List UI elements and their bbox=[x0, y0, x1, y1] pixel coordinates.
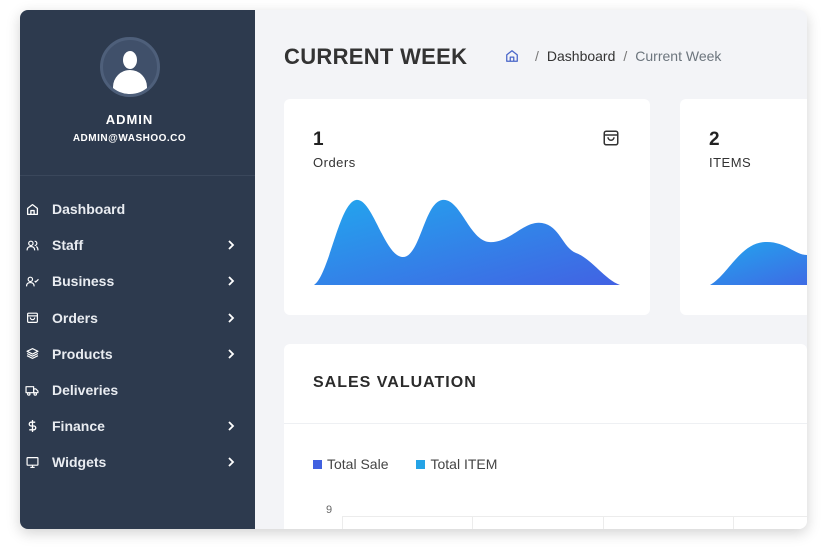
sidebar-item-widgets[interactable]: Widgets bbox=[20, 444, 255, 480]
profile-email: ADMIN@WASHOO.CO bbox=[72, 133, 187, 144]
stat-value: 2 bbox=[709, 129, 720, 150]
stat-label: ITEMS bbox=[709, 155, 752, 170]
stat-label: Orders bbox=[313, 155, 356, 170]
sidebar-item-label: Products bbox=[52, 345, 113, 362]
monitor-icon bbox=[25, 455, 39, 469]
sidebar-item-products[interactable]: Products bbox=[20, 336, 255, 372]
app-window: ADMIN ADMIN@WASHOO.CO Dashboard Staff Bu… bbox=[20, 10, 807, 529]
user-check-icon bbox=[25, 274, 39, 288]
breadcrumb-separator: / bbox=[535, 48, 539, 64]
legend-label: Total ITEM bbox=[430, 456, 498, 472]
shopping-bag-icon bbox=[25, 311, 39, 325]
orders-sparkline bbox=[314, 199, 620, 285]
profile-panel: ADMIN ADMIN@WASHOO.CO bbox=[20, 10, 255, 176]
sidebar-item-deliveries[interactable]: Deliveries bbox=[20, 372, 255, 408]
legend-label: Total Sale bbox=[327, 456, 389, 472]
sidebar-item-business[interactable]: Business bbox=[20, 263, 255, 299]
sidebar-item-orders[interactable]: Orders bbox=[20, 300, 255, 336]
items-sparkline bbox=[710, 241, 807, 285]
layers-icon bbox=[25, 347, 39, 361]
breadcrumb-separator: / bbox=[623, 48, 628, 64]
sidebar-item-label: Deliveries bbox=[52, 382, 119, 399]
page-title: CURRENT WEEK bbox=[284, 44, 468, 69]
sales-valuation-card: SALES VALUATION Total Sale Total ITEM 9 bbox=[284, 344, 807, 529]
sidebar-item-label: Finance bbox=[52, 418, 105, 435]
sidebar-item-label: Dashboard bbox=[52, 201, 126, 218]
profile-name: ADMIN bbox=[105, 112, 154, 127]
sidebar-menu: Dashboard Staff Business Orders Products… bbox=[20, 191, 255, 481]
sidebar-item-finance[interactable]: Finance bbox=[20, 408, 255, 444]
gridline bbox=[342, 516, 343, 529]
chevron-right-icon bbox=[228, 313, 235, 323]
sidebar-item-label: Business bbox=[52, 273, 115, 290]
chevron-right-icon bbox=[228, 349, 235, 359]
chevron-right-icon bbox=[228, 457, 235, 468]
breadcrumb-link-dashboard[interactable]: Dashboard bbox=[547, 48, 616, 64]
dollar-icon bbox=[25, 419, 39, 433]
avatar-body bbox=[113, 70, 147, 94]
sidebar: ADMIN ADMIN@WASHOO.CO Dashboard Staff Bu… bbox=[20, 10, 255, 529]
legend-item-total-sale[interactable]: Total Sale bbox=[313, 456, 388, 472]
sidebar-item-dashboard[interactable]: Dashboard bbox=[20, 191, 255, 227]
sidebar-item-label: Orders bbox=[52, 309, 98, 326]
gridline bbox=[342, 516, 807, 517]
sales-title: SALES VALUATION bbox=[313, 374, 477, 391]
avatar-head bbox=[123, 51, 137, 69]
gridline bbox=[472, 516, 473, 529]
sidebar-item-staff[interactable]: Staff bbox=[20, 227, 255, 263]
legend-item-total-item[interactable]: Total ITEM bbox=[416, 456, 497, 472]
truck-icon bbox=[25, 383, 39, 397]
chart-legend: Total Sale Total ITEM bbox=[313, 456, 525, 472]
legend-swatch bbox=[313, 459, 322, 469]
y-axis-tick: 9 bbox=[326, 504, 333, 516]
sidebar-item-label: Widgets bbox=[52, 454, 107, 471]
stat-value: 1 bbox=[313, 129, 324, 150]
users-icon bbox=[25, 238, 39, 252]
breadcrumb: / Dashboard / Current Week bbox=[505, 48, 721, 64]
breadcrumb-current: Current Week bbox=[635, 48, 722, 64]
chevron-right-icon bbox=[228, 240, 235, 250]
sidebar-item-label: Staff bbox=[52, 237, 84, 254]
avatar[interactable] bbox=[100, 37, 160, 97]
legend-swatch bbox=[416, 459, 426, 469]
stat-card-items: 2 ITEMS bbox=[680, 99, 807, 315]
main-content: CURRENT WEEK / Dashboard / Current Week … bbox=[255, 10, 807, 529]
divider bbox=[284, 423, 807, 424]
gridline bbox=[603, 516, 604, 529]
home-icon[interactable] bbox=[505, 49, 519, 63]
chevron-right-icon bbox=[228, 276, 235, 287]
stat-card-orders: 1 Orders bbox=[284, 99, 650, 315]
home-icon bbox=[25, 202, 39, 216]
chevron-right-icon bbox=[228, 421, 235, 431]
shopping-bag-icon bbox=[602, 129, 620, 147]
gridline bbox=[733, 516, 734, 529]
